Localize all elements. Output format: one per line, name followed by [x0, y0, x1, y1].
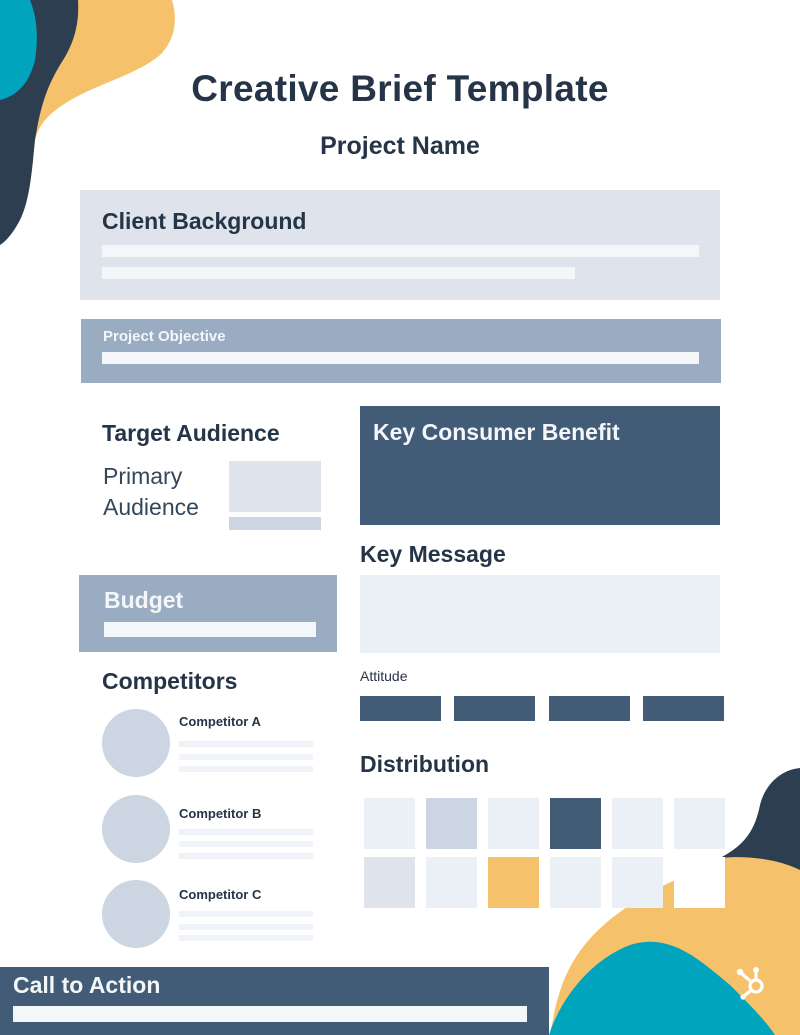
competitor-b-line-1[interactable] — [179, 829, 313, 835]
primary-audience-subfield[interactable] — [229, 517, 321, 530]
distribution-cell-r1-c4[interactable] — [550, 798, 601, 849]
attitude-option-3[interactable] — [549, 696, 630, 721]
call-to-action-title: Call to Action — [13, 972, 161, 998]
distribution-cell-r1-c1[interactable] — [364, 798, 415, 849]
attitude-option-4[interactable] — [643, 696, 724, 721]
competitor-b-name: Competitor B — [179, 806, 262, 821]
distribution-cell-r1-c2[interactable] — [426, 798, 477, 849]
distribution-cell-r2-c3[interactable] — [488, 857, 539, 908]
key-message-field[interactable] — [360, 575, 720, 653]
attitude-option-1[interactable] — [360, 696, 441, 721]
call-to-action-section: Call to Action — [0, 967, 549, 1035]
distribution-title: Distribution — [360, 751, 490, 777]
project-objective-title: Project Objective — [103, 328, 226, 345]
budget-title: Budget — [104, 587, 184, 613]
primary-audience-label-line-2: Audience — [103, 494, 199, 520]
document-title: Creative Brief Template — [191, 68, 609, 109]
competitor-c-line-2[interactable] — [179, 924, 313, 930]
competitor-b-line-3[interactable] — [179, 853, 313, 859]
key-message-title: Key Message — [360, 541, 506, 567]
distribution-cell-r2-c4[interactable] — [550, 857, 601, 908]
distribution-cell-r1-c6[interactable] — [674, 798, 725, 849]
competitor-c-line-3[interactable] — [179, 935, 313, 941]
key-consumer-benefit-title: Key Consumer Benefit — [373, 419, 620, 445]
distribution-cell-r1-c3[interactable] — [488, 798, 539, 849]
project-name[interactable]: Project Name — [0, 132, 800, 161]
competitor-c-name: Competitor C — [179, 887, 262, 902]
competitor-a-line-1[interactable] — [179, 741, 313, 747]
attitude-option-2[interactable] — [454, 696, 535, 721]
competitors-title: Competitors — [102, 668, 238, 694]
primary-audience-field[interactable] — [229, 461, 321, 512]
budget-section: Budget — [79, 575, 337, 652]
client-background-line-1[interactable] — [102, 245, 699, 257]
competitor-b-line-2[interactable] — [179, 841, 313, 847]
distribution-cell-r2-c1[interactable] — [364, 857, 415, 908]
distribution-cell-r2-c5[interactable] — [612, 857, 663, 908]
distribution-cell-r2-c2[interactable] — [426, 857, 477, 908]
project-objective-section: Project Objective — [81, 319, 721, 383]
project-objective-field[interactable] — [102, 352, 699, 364]
client-background-title: Client Background — [102, 208, 307, 234]
competitor-a-line-2[interactable] — [179, 754, 313, 760]
budget-field[interactable] — [104, 622, 316, 637]
primary-audience-label: Primary Audience — [103, 461, 199, 523]
competitor-c-logo[interactable] — [102, 880, 170, 948]
client-background-line-2[interactable] — [102, 267, 575, 279]
target-audience-title: Target Audience — [102, 420, 280, 446]
call-to-action-field[interactable] — [13, 1006, 527, 1022]
attitude-label: Attitude — [360, 668, 408, 684]
competitor-c-line-1[interactable] — [179, 911, 313, 917]
hubspot-sprocket-icon — [736, 967, 764, 1000]
key-consumer-benefit-section[interactable]: Key Consumer Benefit — [360, 406, 720, 525]
distribution-cell-r1-c5[interactable] — [612, 798, 663, 849]
competitor-a-logo[interactable] — [102, 709, 170, 777]
competitor-a-line-3[interactable] — [179, 766, 313, 772]
primary-audience-label-line-1: Primary — [103, 463, 183, 489]
client-background-section: Client Background — [80, 190, 720, 300]
competitor-a-name: Competitor A — [179, 714, 261, 729]
competitor-b-logo[interactable] — [102, 795, 170, 863]
distribution-cell-r2-c6[interactable] — [674, 857, 725, 908]
